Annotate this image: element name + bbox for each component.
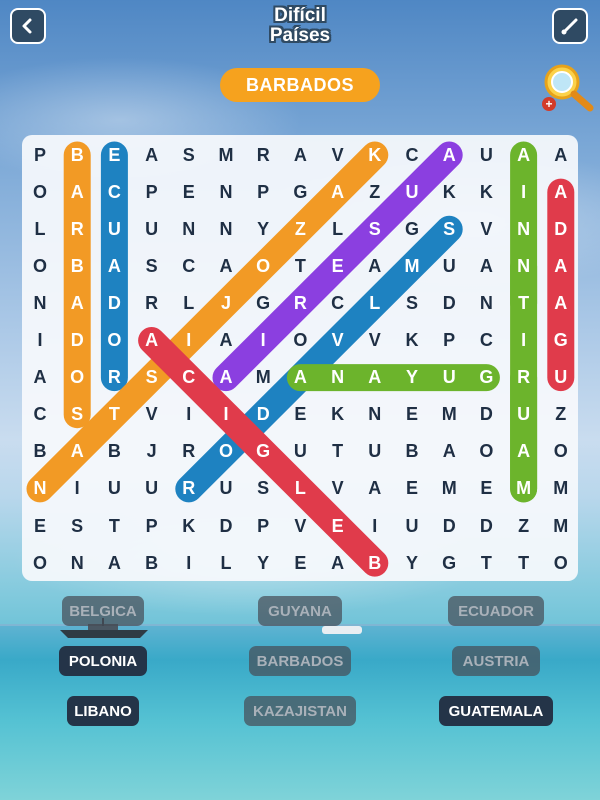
word-list-item: BELGICA [62,596,144,626]
word-list-item: POLONIA [59,646,147,676]
word-list-item: GUATEMALA [439,696,553,726]
word-list-item: KAZAJISTAN [244,696,356,726]
word-list: BELGICA GUYANA ECUADOR POLONIA BARBADOS AUSTR… [0,0,600,800]
word-list-item: LIBANO [67,696,139,726]
word-list-item: BARBADOS [249,646,351,676]
word-list-item: GUYANA [258,596,342,626]
word-list-item: AUSTRIA [452,646,540,676]
word-list-item: ECUADOR [448,596,544,626]
